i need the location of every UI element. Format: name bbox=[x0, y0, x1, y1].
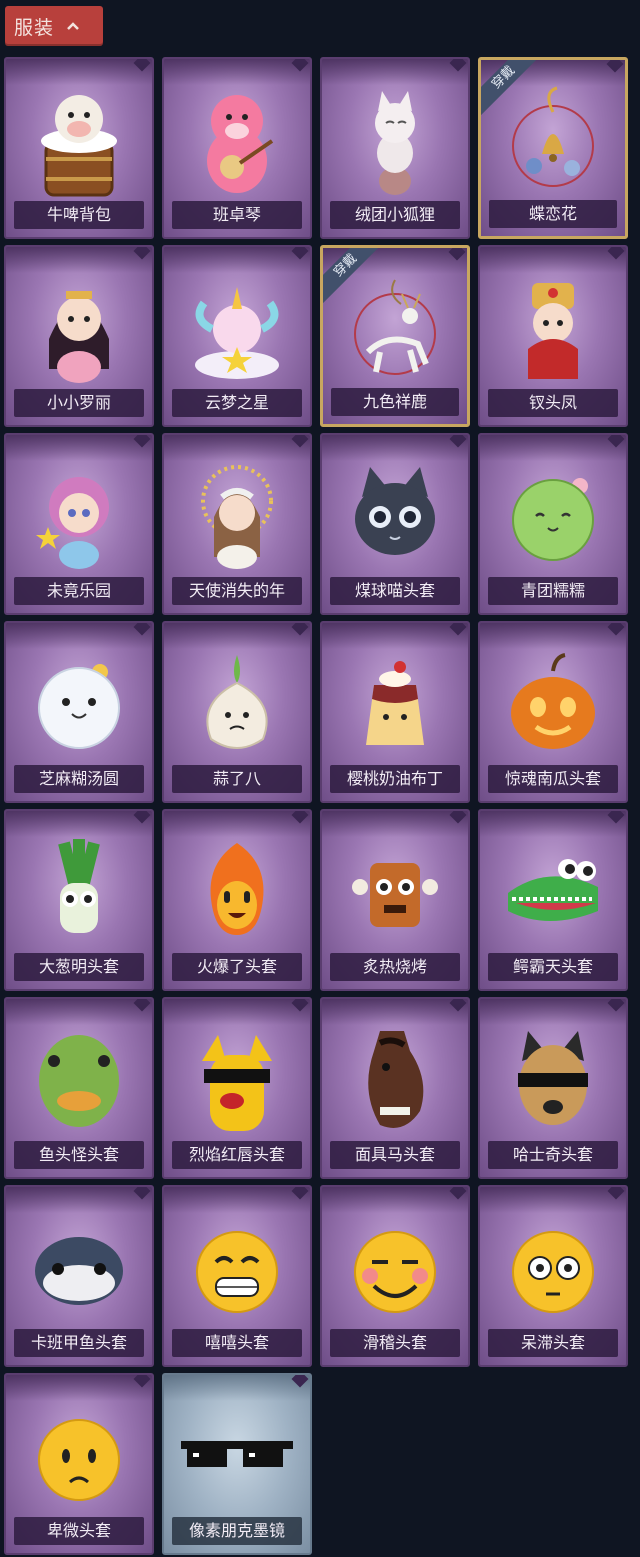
outfit-card[interactable]: 惊魂南瓜头套 bbox=[478, 621, 628, 803]
humble-emoji-icon bbox=[6, 1393, 152, 1521]
outfit-card[interactable]: 钗头凤 bbox=[478, 245, 628, 427]
crocodile-icon bbox=[480, 829, 626, 957]
angel-girl-icon bbox=[164, 453, 310, 581]
bbq-meat-icon bbox=[322, 829, 468, 957]
horse-head-icon bbox=[322, 1017, 468, 1145]
outfit-card[interactable]: 炙热烧烤 bbox=[320, 809, 470, 991]
outfit-label: 天使消失的年 bbox=[172, 577, 302, 605]
outfit-card[interactable]: 蒜了八 bbox=[162, 621, 312, 803]
outfit-label: 芝麻糊汤圆 bbox=[14, 765, 144, 793]
outfit-card[interactable]: 穿戴九色祥鹿 bbox=[320, 245, 470, 427]
cow-beer-barrel-icon bbox=[6, 77, 152, 205]
outfit-card[interactable]: 绒团小狐狸 bbox=[320, 57, 470, 239]
fish-head-icon bbox=[6, 1017, 152, 1145]
outfit-label: 牛啤背包 bbox=[14, 201, 144, 229]
outfit-card[interactable]: 小小罗丽 bbox=[4, 245, 154, 427]
outfit-card[interactable]: 哈士奇头套 bbox=[478, 997, 628, 1179]
outfit-label: 九色祥鹿 bbox=[331, 388, 459, 416]
outfit-label: 煤球喵头套 bbox=[330, 577, 460, 605]
outfit-label: 大葱明头套 bbox=[14, 953, 144, 981]
outfit-label: 樱桃奶油布丁 bbox=[330, 765, 460, 793]
princess-doll-icon bbox=[6, 265, 152, 393]
outfit-card[interactable]: 卡班甲鱼头套 bbox=[4, 1185, 154, 1367]
outfit-label: 面具马头套 bbox=[330, 1141, 460, 1169]
garlic-icon bbox=[164, 641, 310, 769]
outfit-card[interactable]: 滑稽头套 bbox=[320, 1185, 470, 1367]
outfit-label: 烈焰红唇头套 bbox=[172, 1141, 302, 1169]
husky-sunglasses-icon bbox=[480, 1017, 626, 1145]
phoenix-crown-doll-icon bbox=[480, 265, 626, 393]
outfit-card[interactable]: 像素朋克墨镜 bbox=[162, 1373, 312, 1555]
section-header-outfits[interactable]: 服装 bbox=[5, 6, 103, 46]
outfit-label: 炙热烧烤 bbox=[330, 953, 460, 981]
outfit-label: 云梦之星 bbox=[172, 389, 302, 417]
outfit-label: 蒜了八 bbox=[172, 765, 302, 793]
outfit-card[interactable]: 卑微头套 bbox=[4, 1373, 154, 1555]
green-rice-ball-icon bbox=[480, 453, 626, 581]
outfit-label: 钗头凤 bbox=[488, 389, 618, 417]
outfit-label: 嘻嘻头套 bbox=[172, 1329, 302, 1357]
outfit-card[interactable]: 嘻嘻头套 bbox=[162, 1185, 312, 1367]
worn-badge-label: 穿戴 bbox=[323, 248, 379, 304]
worn-badge: 穿戴 bbox=[323, 248, 379, 304]
pudding-icon bbox=[322, 641, 468, 769]
outfit-label: 小小罗丽 bbox=[14, 389, 144, 417]
outfit-card[interactable]: 芝麻糊汤圆 bbox=[4, 621, 154, 803]
grin-emoji-icon bbox=[164, 1205, 310, 1333]
worn-badge: 穿戴 bbox=[481, 60, 537, 116]
outfit-card[interactable]: 班卓琴 bbox=[162, 57, 312, 239]
outfit-label: 惊魂南瓜头套 bbox=[488, 765, 618, 793]
outfit-card[interactable]: 煤球喵头套 bbox=[320, 433, 470, 615]
outfit-label: 青团糯糯 bbox=[488, 577, 618, 605]
outfit-card[interactable]: 穿戴蝶恋花 bbox=[478, 57, 628, 239]
outfit-card[interactable]: 鱼头怪头套 bbox=[4, 997, 154, 1179]
outfit-label: 班卓琴 bbox=[172, 201, 302, 229]
outfit-label: 绒团小狐狸 bbox=[330, 201, 460, 229]
outfit-label: 滑稽头套 bbox=[330, 1329, 460, 1357]
outfit-card[interactable]: 面具马头套 bbox=[320, 997, 470, 1179]
outfit-label: 蝶恋花 bbox=[489, 200, 617, 228]
outfit-card[interactable]: 火爆了头套 bbox=[162, 809, 312, 991]
unicorn-cloud-icon bbox=[164, 265, 310, 393]
section-title: 服装 bbox=[14, 16, 55, 39]
outfit-card[interactable]: 大葱明头套 bbox=[4, 809, 154, 991]
outfit-label: 未竟乐园 bbox=[14, 577, 144, 605]
fire-spirit-icon bbox=[164, 829, 310, 957]
outfit-card[interactable]: 青团糯糯 bbox=[478, 433, 628, 615]
chevron-up-icon bbox=[66, 21, 80, 31]
green-onion-icon bbox=[6, 829, 152, 957]
outfit-card[interactable]: 天使消失的年 bbox=[162, 433, 312, 615]
turtle-head-icon bbox=[6, 1205, 152, 1333]
outfit-label: 像素朋克墨镜 bbox=[172, 1517, 302, 1545]
outfit-card[interactable]: 云梦之星 bbox=[162, 245, 312, 427]
white-dumpling-icon bbox=[6, 641, 152, 769]
outfit-card[interactable]: 樱桃奶油布丁 bbox=[320, 621, 470, 803]
smirk-emoji-icon bbox=[322, 1205, 468, 1333]
outfit-label: 鱼头怪头套 bbox=[14, 1141, 144, 1169]
outfit-label: 火爆了头套 bbox=[172, 953, 302, 981]
outfit-card[interactable]: 牛啤背包 bbox=[4, 57, 154, 239]
worn-badge-label: 穿戴 bbox=[481, 60, 537, 116]
outfit-label: 哈士奇头套 bbox=[488, 1141, 618, 1169]
outfit-label: 呆滞头套 bbox=[488, 1329, 618, 1357]
outfit-card[interactable]: 鳄霸天头套 bbox=[478, 809, 628, 991]
magical-girl-icon bbox=[6, 453, 152, 581]
outfit-label: 鳄霸天头套 bbox=[488, 953, 618, 981]
white-fox-icon bbox=[322, 77, 468, 205]
dazed-emoji-icon bbox=[480, 1205, 626, 1333]
pixel-sunglasses-icon bbox=[164, 1393, 310, 1521]
outfit-label: 卡班甲鱼头套 bbox=[14, 1329, 144, 1357]
outfit-card[interactable]: 呆滞头套 bbox=[478, 1185, 628, 1367]
outfit-label: 卑微头套 bbox=[14, 1517, 144, 1545]
yellow-mouse-lips-icon bbox=[164, 1017, 310, 1145]
black-cat-head-icon bbox=[322, 453, 468, 581]
outfit-grid: 牛啤背包 班卓琴 绒团小狐狸 穿戴 蝶恋花 小小罗丽 云梦之星 穿戴 九色祥鹿 钗头凤 未竟乐园 天使… bbox=[4, 57, 628, 1555]
outfit-card[interactable]: 烈焰红唇头套 bbox=[162, 997, 312, 1179]
pumpkin-icon bbox=[480, 641, 626, 769]
pink-beaver-banjo-icon bbox=[164, 77, 310, 205]
outfit-card[interactable]: 未竟乐园 bbox=[4, 433, 154, 615]
